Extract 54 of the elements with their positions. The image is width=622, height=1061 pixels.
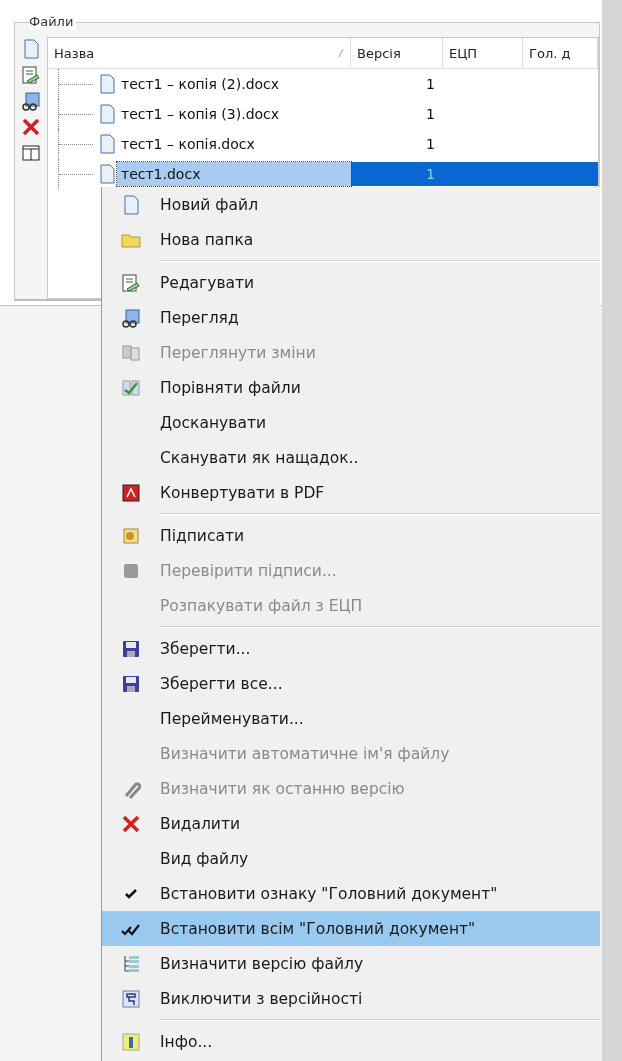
sort-indicator-icon: [338, 49, 344, 57]
column-header[interactable]: Версія: [351, 38, 443, 68]
info-icon: [121, 1031, 141, 1052]
file-name[interactable]: тест1 – копія (3).docx: [117, 102, 351, 126]
close-icon: [21, 117, 41, 137]
menu-item[interactable]: Виключити з версійності: [102, 981, 600, 1016]
save-icon: [121, 673, 141, 694]
document-icon: [121, 194, 141, 215]
file-name[interactable]: тест1 – копія.docx: [117, 132, 351, 156]
menu-item[interactable]: Визначити версію файлу: [102, 946, 600, 981]
menu-item[interactable]: Встановити ознаку "Головний документ": [102, 876, 600, 911]
view-icon: [121, 307, 141, 328]
version-cell-text: 1: [425, 75, 436, 94]
menu-item[interactable]: Новий файл: [102, 187, 600, 222]
panel-title: Файли: [29, 14, 77, 30]
menu-item[interactable]: Редагувати: [102, 265, 600, 300]
menu-item[interactable]: Підписати: [102, 518, 600, 553]
menu-item[interactable]: Нова папка: [102, 222, 600, 257]
menu-item[interactable]: Видалити: [102, 806, 600, 841]
word-document-icon: [97, 164, 117, 184]
menu-item[interactable]: Перейменувати...: [102, 701, 600, 736]
menu-item[interactable]: Вид файлу: [102, 841, 600, 876]
version-cell-text: 1: [425, 105, 436, 124]
menu-item[interactable]: Перегляд: [102, 300, 600, 335]
version-cell: 1: [351, 162, 443, 186]
view-icon: [21, 91, 41, 111]
compare-icon: [121, 377, 141, 398]
close-icon: [121, 813, 141, 834]
word-document-icon: [97, 74, 117, 94]
file-name[interactable]: тест1 – копія (2).docx: [117, 72, 351, 96]
tree-icon: [121, 953, 141, 974]
menu-item[interactable]: Зберегти...: [102, 631, 600, 666]
edit-icon: [121, 272, 141, 293]
menu-item[interactable]: Зберегти все...: [102, 666, 600, 701]
column-header[interactable]: ЕЦП: [443, 38, 523, 68]
menu-item[interactable]: Порівняти файли: [102, 370, 600, 405]
menu-item[interactable]: Сканувати як нащадок..: [102, 440, 600, 475]
edit-icon: [21, 65, 41, 85]
pdf-icon: [121, 482, 141, 503]
file-name[interactable]: тест1.docx: [117, 162, 351, 186]
menu-item[interactable]: Досканувати: [102, 405, 600, 440]
version-cell-text: 1: [425, 135, 436, 154]
column-header[interactable]: Назва: [48, 38, 351, 68]
menu-item[interactable]: Конвертувати в PDF: [102, 475, 600, 510]
document-icon: [21, 39, 41, 59]
menu-item[interactable]: Встановити всім "Головний документ": [102, 911, 600, 946]
documents-icon: [121, 342, 141, 363]
word-document-icon: [97, 104, 117, 124]
column-header[interactable]: Гол. д: [523, 38, 598, 68]
word-document-icon: [97, 134, 117, 154]
columns-icon: [21, 143, 41, 163]
menu-item[interactable]: Інфо...: [102, 1024, 600, 1059]
hierarchy-icon: [121, 988, 141, 1009]
save-icon: [121, 638, 141, 659]
